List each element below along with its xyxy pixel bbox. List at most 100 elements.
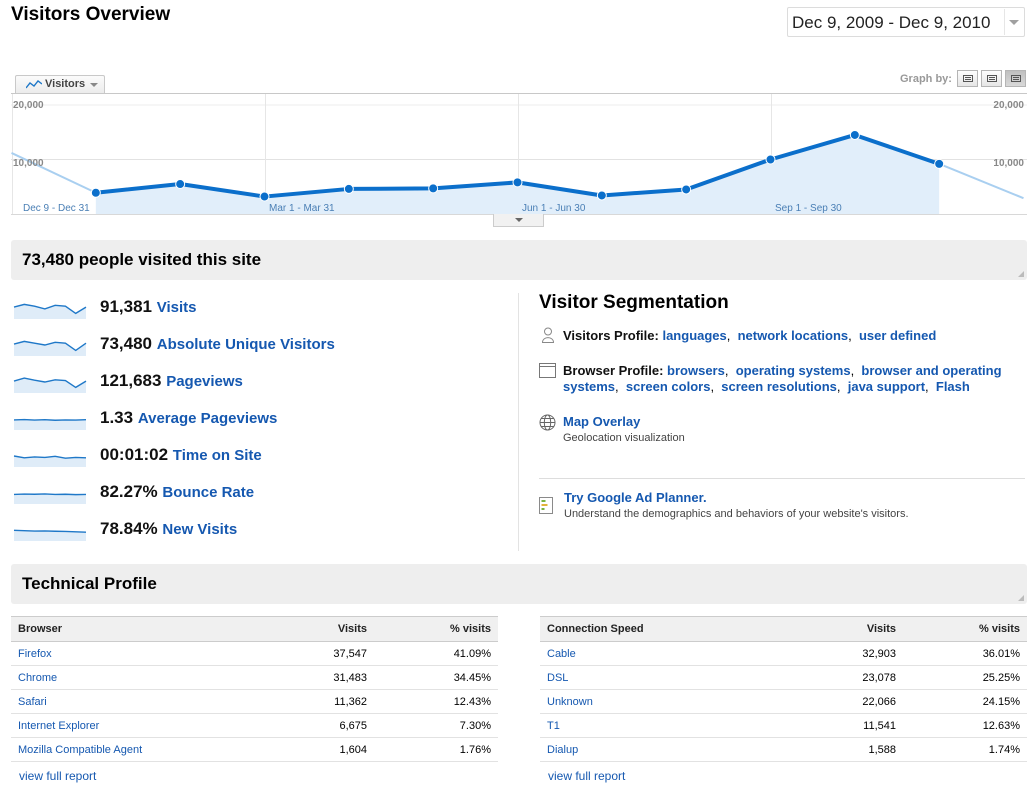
segmentation-divider [539,478,1025,479]
percent-cell: 1.76% [374,737,498,762]
ad-planner-description: Understand the demographics and behavior… [564,508,909,520]
visits-cell: 37,547 [270,641,374,666]
data-point [849,129,860,140]
connection-link[interactable]: DSL [540,665,799,690]
percent-cell: 12.43% [374,689,498,714]
sparkline-icon [13,529,87,541]
metric-link-visits[interactable]: Visits [157,299,197,316]
data-point [259,191,270,202]
browser-link[interactable]: Firefox [11,641,270,666]
visits-cell: 23,078 [799,665,903,690]
table-row: Safari 11,362 12.43% [11,689,498,714]
y-axis-tick-label-right: 20,000 [993,100,1024,111]
link-languages[interactable]: languages [662,328,726,343]
link-network-locations[interactable]: network locations [738,328,849,343]
y-axis-tick-label-left: 10,000 [13,158,44,169]
corner-grip-icon [1018,595,1024,601]
partial-period-line [938,162,1024,200]
corner-grip-icon [1018,271,1024,277]
column-header-visits: Visits [799,616,903,642]
connection-link[interactable]: Cable [540,641,799,666]
metric-row-average-pageviews: 1.33 Average Pageviews [13,406,483,432]
date-range-picker[interactable]: Dec 9, 2009 - Dec 9, 2010 [787,7,1025,37]
connection-link[interactable]: Dialup [540,737,799,762]
data-point [765,154,776,165]
data-point [512,177,523,188]
visitors-profile: Visitors Profile: languages, network loc… [563,328,937,343]
visits-cell: 22,066 [799,689,903,714]
browser-link[interactable]: Safari [11,689,270,714]
data-point [428,183,439,194]
browser-link[interactable]: Mozilla Compatible Agent [11,737,270,762]
data-point [681,184,692,195]
browser-window-icon [539,363,556,378]
connection-link[interactable]: T1 [540,713,799,738]
link-screen-resolutions[interactable]: screen resolutions [721,379,837,394]
metric-link-pageviews[interactable]: Pageviews [166,373,243,390]
table-row: Cable 32,903 36.01% [540,641,1027,666]
visits-cell: 11,362 [270,689,374,714]
metric-value: 82.27% [100,482,158,501]
sparkline-area [14,493,86,504]
table-row: T1 11,541 12.63% [540,713,1027,738]
metric-value: 121,683 [100,371,162,390]
data-point [175,179,186,190]
link-operating-systems[interactable]: operating systems [736,363,851,378]
column-header-connection-speed: Connection Speed [540,616,799,642]
graph-by-week-button[interactable] [981,70,1002,87]
link-flash[interactable]: Flash [936,379,970,394]
person-icon [541,327,555,343]
y-axis-tick-label-right: 10,000 [993,158,1024,169]
metric-link-new-visits[interactable]: New Visits [162,521,237,538]
technical-profile-heading: Technical Profile [22,574,157,593]
summary-heading: 73,480 people visited this site [22,250,262,269]
link-screen-colors[interactable]: screen colors [626,379,711,394]
metric-link-unique-visitors[interactable]: Absolute Unique Visitors [157,336,335,353]
day-view-icon [963,75,973,82]
graph-by-month-button[interactable] [1005,70,1026,87]
metric-selector-tab[interactable]: Visitors [15,75,105,93]
page-title: Visitors Overview [11,4,171,25]
connection-link[interactable]: Unknown [540,689,799,714]
table-row: Firefox 37,547 41.09% [11,641,498,666]
browser-link[interactable]: Internet Explorer [11,713,270,738]
metric-row-new-visits: 78.84% New Visits [13,517,483,543]
summary-bar: 73,480 people visited this site [11,240,1027,280]
metric-link-average-pageviews[interactable]: Average Pageviews [138,410,278,427]
chevron-down-icon[interactable] [1004,9,1023,35]
visits-cell: 32,903 [799,641,903,666]
column-header-percent-visits: % visits [903,616,1027,642]
sparkline-icon [13,493,87,504]
metric-value: 00:01:02 [100,445,169,464]
link-browsers[interactable]: browsers [667,363,725,378]
sparkline-area [14,419,86,430]
data-point [90,187,101,198]
visits-cell: 1,604 [270,737,374,762]
metric-selector-label: Visitors [45,78,86,90]
browser-link[interactable]: Chrome [11,665,270,690]
graph-by-day-button[interactable] [957,70,978,87]
link-try-ad-planner[interactable]: Try Google Ad Planner. [564,490,707,505]
metric-value: 78.84% [100,519,158,538]
metric-row-bounce-rate: 82.27% Bounce Rate [13,480,483,506]
ad-planner: Try Google Ad Planner. [564,490,707,505]
collapse-chart-handle[interactable] [493,214,544,227]
table-header-row: Browser Visits % visits [11,616,498,642]
percent-cell: 41.09% [374,641,498,666]
date-range-text: Dec 9, 2009 - Dec 9, 2010 [792,13,991,32]
column-header-visits: Visits [270,616,374,642]
browser-profile-label: Browser Profile: [563,363,664,378]
link-user-defined[interactable]: user defined [859,328,936,343]
y-axis-tick-label-left: 20,000 [13,100,44,111]
link-java-support[interactable]: java support [848,379,925,394]
link-map-overlay[interactable]: Map Overlay [563,414,640,429]
metric-link-time-on-site[interactable]: Time on Site [173,447,262,464]
table-row: Unknown 22,066 24.15% [540,689,1027,714]
browser-view-full-report-link[interactable]: view full report [19,769,96,783]
metric-row-pageviews: 121,683 Pageviews [13,369,483,395]
metric-link-bounce-rate[interactable]: Bounce Rate [162,484,254,501]
connection-view-full-report-link[interactable]: view full report [548,769,625,783]
visits-cell: 1,588 [799,737,903,762]
percent-cell: 12.63% [903,713,1027,738]
x-axis-tick-label: Dec 9 - Dec 31 [23,203,90,214]
